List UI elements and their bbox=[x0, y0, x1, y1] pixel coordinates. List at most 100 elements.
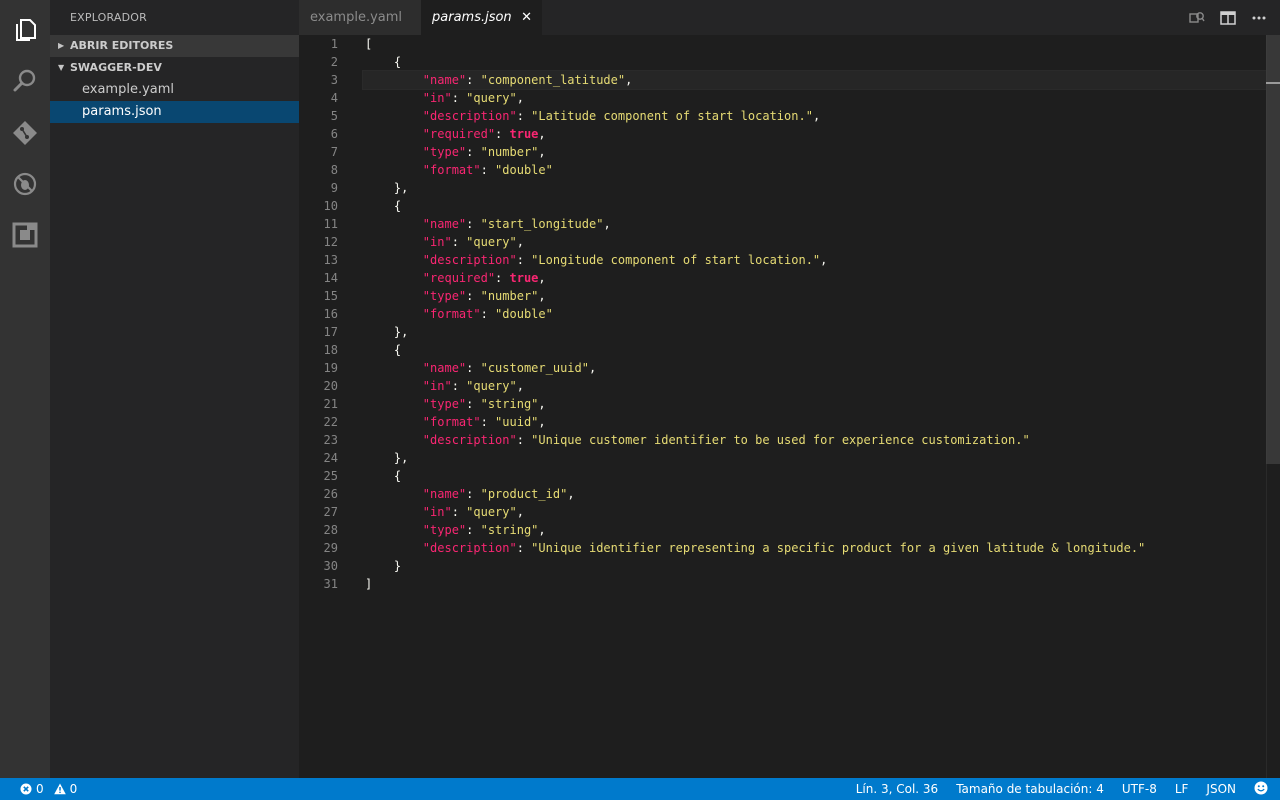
code-line[interactable]: [ bbox=[365, 35, 1266, 53]
code-line[interactable]: "name": "start_longitude", bbox=[365, 215, 1266, 233]
code-line[interactable]: "required": true, bbox=[365, 269, 1266, 287]
code-line[interactable]: "in": "query", bbox=[365, 233, 1266, 251]
code-line[interactable]: { bbox=[365, 467, 1266, 485]
status-right: Lín. 3, Col. 36 Tamaño de tabulación: 4 … bbox=[838, 778, 1268, 800]
line-number: 30 bbox=[323, 559, 338, 573]
smiley-icon[interactable] bbox=[1254, 778, 1268, 800]
line-number: 10 bbox=[323, 199, 338, 213]
code-line[interactable]: "type": "string", bbox=[365, 395, 1266, 413]
code-line[interactable]: "name": "product_id", bbox=[365, 485, 1266, 503]
code-token: : bbox=[451, 379, 467, 393]
code-token: "name" bbox=[422, 487, 467, 501]
line-number: 19 bbox=[323, 361, 338, 375]
cursor-position[interactable]: Lín. 3, Col. 36 bbox=[856, 778, 938, 800]
problems-indicator[interactable]: 0 0 bbox=[20, 778, 77, 800]
end-of-line[interactable]: LF bbox=[1175, 778, 1189, 800]
code-line[interactable]: "in": "query", bbox=[365, 89, 1266, 107]
code-line[interactable]: }, bbox=[365, 323, 1266, 341]
tab-params-json[interactable]: params.json ✕ bbox=[421, 0, 542, 35]
code-line[interactable]: "type": "number", bbox=[365, 287, 1266, 305]
code-area[interactable]: [ { "name": "component_latitude", "in": … bbox=[362, 35, 1267, 593]
project-label: SWAGGER-DEV bbox=[70, 61, 162, 74]
extensions-icon[interactable] bbox=[0, 210, 50, 260]
code-line[interactable]: "description": "Unique identifier repres… bbox=[365, 539, 1266, 557]
file-item-example-yaml[interactable]: example.yaml bbox=[50, 79, 299, 101]
tab-example-yaml[interactable]: example.yaml bbox=[299, 0, 421, 35]
git-icon[interactable] bbox=[0, 108, 50, 158]
files-icon[interactable] bbox=[0, 5, 50, 55]
code-token: }, bbox=[365, 451, 409, 465]
code-token: , bbox=[588, 361, 597, 375]
tab-size[interactable]: Tamaño de tabulación: 4 bbox=[956, 778, 1104, 800]
vertical-scrollbar[interactable] bbox=[1266, 35, 1280, 778]
code-line[interactable]: "format": "uuid", bbox=[365, 413, 1266, 431]
code-token: "double" bbox=[495, 307, 553, 321]
code-line[interactable]: { bbox=[365, 197, 1266, 215]
code-line[interactable]: { bbox=[365, 341, 1266, 359]
more-actions-icon[interactable] bbox=[1250, 9, 1268, 27]
code-line[interactable]: "format": "double" bbox=[365, 161, 1266, 179]
code-line[interactable]: }, bbox=[365, 179, 1266, 197]
code-token: { bbox=[365, 343, 402, 357]
code-token: } bbox=[365, 559, 402, 573]
code-token: : bbox=[495, 127, 510, 141]
close-icon[interactable]: ✕ bbox=[521, 0, 532, 36]
code-token: , bbox=[820, 253, 828, 267]
project-section[interactable]: ▼ SWAGGER-DEV bbox=[50, 57, 299, 79]
code-line[interactable]: "name": "component_latitude", bbox=[362, 70, 1267, 90]
code-token: : bbox=[466, 289, 481, 303]
code-line[interactable]: "description": "Unique customer identifi… bbox=[365, 431, 1266, 449]
code-line[interactable]: "required": true, bbox=[365, 125, 1266, 143]
code-token: "in" bbox=[422, 91, 452, 105]
code-token: }, bbox=[365, 181, 409, 195]
code-token: "string" bbox=[480, 523, 539, 537]
split-editor-icon[interactable] bbox=[1219, 9, 1237, 27]
code-line[interactable]: { bbox=[365, 53, 1266, 71]
code-token: "format" bbox=[422, 307, 481, 321]
code-line[interactable]: "type": "number", bbox=[365, 143, 1266, 161]
compare-icon[interactable] bbox=[1188, 9, 1206, 27]
code-token: "type" bbox=[422, 289, 467, 303]
language-mode[interactable]: JSON bbox=[1206, 778, 1236, 800]
code-line[interactable]: }, bbox=[365, 449, 1266, 467]
open-editors-section[interactable]: ▶ ABRIR EDITORES bbox=[50, 35, 299, 57]
search-icon[interactable] bbox=[0, 56, 50, 106]
code-line[interactable]: } bbox=[365, 557, 1266, 575]
code-line[interactable]: "in": "query", bbox=[365, 503, 1266, 521]
line-number: 11 bbox=[323, 217, 338, 231]
debug-icon[interactable] bbox=[0, 159, 50, 209]
code-token: "name" bbox=[422, 73, 467, 87]
code-line[interactable]: "description": "Latitude component of st… bbox=[365, 107, 1266, 125]
encoding[interactable]: UTF-8 bbox=[1122, 778, 1157, 800]
code-token: : bbox=[516, 253, 532, 267]
code-line[interactable]: "name": "customer_uuid", bbox=[365, 359, 1266, 377]
code-token: "required" bbox=[422, 271, 496, 285]
code-editor[interactable]: 1 2 3 4 5 6 7 8 9 10 11 12 13 14 15 16 17 18 19 20 21 22 23 24 2… bbox=[299, 35, 1280, 778]
code-line[interactable]: "in": "query", bbox=[365, 377, 1266, 395]
file-item-params-json[interactable]: params.json bbox=[50, 101, 299, 123]
code-token: : bbox=[451, 235, 467, 249]
line-number: 29 bbox=[323, 541, 338, 555]
line-number: 25 bbox=[323, 469, 338, 483]
code-line[interactable]: ] bbox=[365, 575, 1266, 593]
code-line[interactable]: "type": "string", bbox=[365, 521, 1266, 539]
code-token: : bbox=[516, 541, 532, 555]
line-number: 21 bbox=[323, 397, 338, 411]
code-line[interactable]: "format": "double" bbox=[365, 305, 1266, 323]
scrollbar-thumb[interactable] bbox=[1266, 35, 1280, 464]
error-icon bbox=[20, 783, 32, 795]
code-token: ] bbox=[365, 577, 373, 591]
code-line[interactable]: "description": "Longitude component of s… bbox=[365, 251, 1266, 269]
code-token: , bbox=[516, 505, 524, 519]
code-token: "type" bbox=[422, 523, 467, 537]
code-token: "Unique identifier representing a specif… bbox=[531, 541, 1146, 555]
code-token: : bbox=[480, 307, 496, 321]
line-number: 20 bbox=[323, 379, 338, 393]
